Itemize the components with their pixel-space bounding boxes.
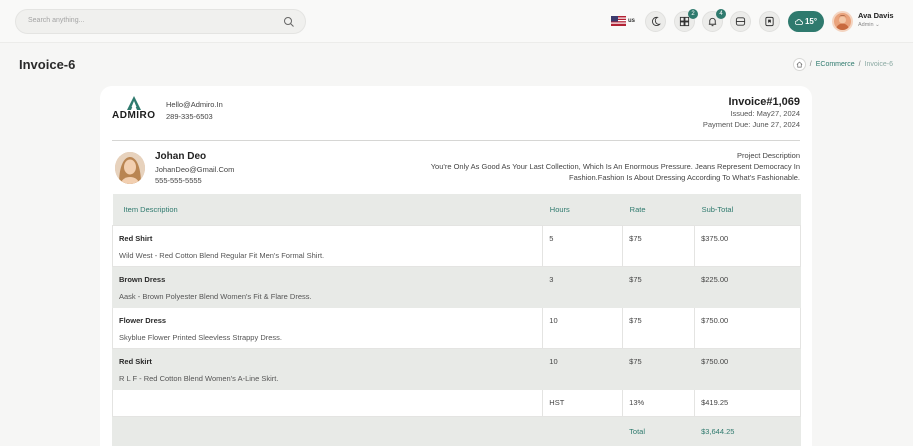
- subtotal-cell: $225.00: [694, 265, 801, 308]
- chevron-down-icon: ⌄: [875, 22, 880, 28]
- project-text-line: You're Only As Good As Your Last Collect…: [430, 162, 800, 171]
- search-bar[interactable]: Search anything...: [15, 9, 306, 34]
- us-flag-icon[interactable]: [611, 16, 626, 26]
- table-row: Brown Dress Aask - Brown Polyester Blend …: [111, 265, 801, 308]
- breadcrumb-separator: /: [809, 61, 812, 68]
- company-email: Hello@Admiro.In: [166, 100, 223, 109]
- breadcrumb-ecommerce[interactable]: ECommerce: [816, 61, 855, 68]
- rate-cell: $75: [622, 347, 696, 390]
- home-icon[interactable]: [792, 58, 806, 71]
- breadcrumb-separator: /: [858, 61, 861, 68]
- item-name: Flower Dress: [119, 315, 167, 325]
- client-phone: 555-555-5555: [155, 176, 202, 185]
- page-title: Invoice-6: [19, 57, 76, 72]
- item-cell: Red Skirt R L F - Red Cotton Blend Women'…: [111, 347, 544, 390]
- invoice-number: Invoice#1,069: [728, 96, 800, 108]
- top-header: Search anything... us 2 4 15° Ava Davis …: [0, 0, 913, 43]
- column-header: Rate: [622, 194, 695, 225]
- item-name: Red Skirt: [119, 356, 152, 366]
- column-header: Sub-Total: [694, 194, 801, 225]
- item-description: R L F - Red Cotton Blend Women's A-Line …: [119, 373, 279, 383]
- apps-button[interactable]: 2: [674, 9, 698, 32]
- table-row: Red Skirt R L F - Red Cotton Blend Women'…: [111, 347, 801, 390]
- empty-cell: [111, 388, 544, 417]
- empty-cell: [111, 415, 544, 446]
- item-cell: Red Shirt Wild West - Red Cotton Blend Re…: [111, 224, 544, 267]
- hours-cell: 5: [542, 224, 624, 267]
- rate-cell: $75: [622, 224, 696, 267]
- tax-rate: 13%: [622, 388, 696, 417]
- bookmark-button[interactable]: [759, 11, 780, 32]
- search-input[interactable]: Search anything...: [28, 17, 84, 24]
- project-text-line: Fashion.Fashion Is About Dressing Accord…: [568, 173, 800, 182]
- table-header-row: Item Description Hours Rate Sub-Total: [112, 194, 801, 225]
- hours-cell: 10: [542, 347, 624, 390]
- server-button[interactable]: [730, 11, 751, 32]
- table-row: Red Shirt Wild West - Red Cotton Blend Re…: [111, 224, 801, 267]
- company-contact: Hello@Admiro.In 289-335-6503: [166, 99, 223, 123]
- brand-logo[interactable]: ADMIRO: [112, 96, 158, 121]
- weather-button[interactable]: 15°: [788, 11, 824, 32]
- column-header: Item Description: [112, 194, 543, 225]
- item-description: Aask - Brown Polyester Blend Women's Fit…: [119, 291, 312, 301]
- admiro-logo-icon: [127, 96, 141, 110]
- client-avatar: [115, 152, 145, 184]
- user-avatar[interactable]: [832, 11, 853, 32]
- hours-cell: 10: [542, 306, 624, 349]
- breadcrumb: / ECommerce / Invoice-6: [792, 58, 893, 71]
- rate-cell: $75: [622, 265, 696, 308]
- grid-icon: [679, 16, 690, 27]
- brand-name: ADMIRO: [112, 110, 156, 121]
- item-cell: Brown Dress Aask - Brown Polyester Blend …: [111, 265, 544, 308]
- apps-badge: 2: [688, 9, 698, 19]
- client-name: Johan Deo: [155, 151, 207, 162]
- total-row: Total $3,644.25: [111, 415, 801, 446]
- subtotal-cell: $375.00: [694, 224, 801, 267]
- moon-icon: [652, 16, 661, 27]
- invoice-meta: Invoice#1,069 Issued: May27, 2024 Paymen…: [703, 96, 800, 130]
- user-role[interactable]: Admin ⌄: [858, 22, 880, 28]
- hours-cell: 3: [542, 265, 624, 308]
- bell-icon: [708, 17, 717, 27]
- column-header: Hours: [542, 194, 623, 225]
- cloud-icon: [794, 18, 803, 25]
- item-name: Brown Dress: [119, 274, 166, 284]
- language-code[interactable]: us: [628, 18, 635, 24]
- total-amount: $3,644.25: [694, 415, 801, 446]
- project-description: Project Description You're Only As Good …: [380, 150, 800, 183]
- table-row: Flower Dress Skyblue Flower Printed Sleev…: [111, 306, 801, 349]
- breadcrumb-current: Invoice-6: [864, 61, 893, 68]
- item-cell: Flower Dress Skyblue Flower Printed Sleev…: [111, 306, 544, 349]
- client-contact: JohanDeo@Gmail.Com 555-555-5555: [155, 164, 234, 186]
- item-name: Red Shirt: [119, 233, 153, 243]
- rate-cell: $75: [622, 306, 696, 349]
- total-label: Total: [622, 415, 696, 446]
- project-label: Project Description: [737, 151, 800, 160]
- user-name[interactable]: Ava Davis: [858, 11, 894, 20]
- notifications-button[interactable]: 4: [702, 9, 726, 32]
- company-phone: 289-335-6503: [166, 112, 213, 121]
- subtotal-cell: $750.00: [694, 347, 801, 390]
- server-icon: [735, 17, 746, 26]
- tax-row: HST 13% $419.25: [111, 388, 801, 417]
- item-description: Wild West - Red Cotton Blend Regular Fit…: [119, 250, 325, 260]
- bookmark-icon: [765, 16, 774, 27]
- item-description: Skyblue Flower Printed Sleevless Strappy…: [119, 332, 282, 342]
- subtotal-cell: $750.00: [694, 306, 801, 349]
- issued-date: Issued: May27, 2024: [730, 109, 800, 118]
- tax-amount: $419.25: [694, 388, 801, 417]
- divider: [112, 140, 800, 141]
- invoice-card: ADMIRO Hello@Admiro.In 289-335-6503 Invo…: [100, 86, 812, 446]
- invoice-table: Item Description Hours Rate Sub-Total Re…: [111, 194, 801, 446]
- search-icon[interactable]: [283, 16, 295, 28]
- empty-cell: [542, 415, 624, 446]
- user-avatar-image: [836, 15, 849, 30]
- payment-due: Payment Due: June 27, 2024: [702, 120, 800, 129]
- dark-mode-button[interactable]: [645, 11, 666, 32]
- weather-temp: 15°: [804, 17, 818, 26]
- notifications-badge: 4: [716, 9, 726, 19]
- tax-label: HST: [542, 388, 624, 417]
- client-email: JohanDeo@Gmail.Com: [155, 165, 235, 174]
